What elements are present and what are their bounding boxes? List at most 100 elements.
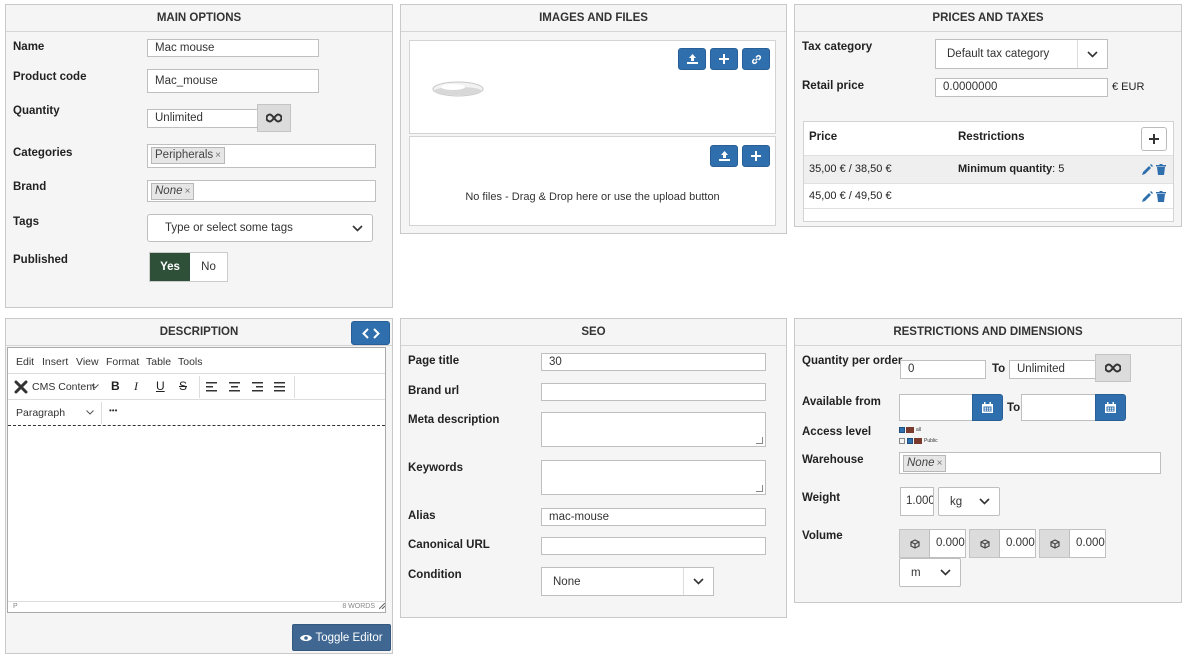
access-level-tree: all Public — [899, 425, 938, 445]
menu-insert[interactable]: Insert — [42, 356, 68, 368]
cube-icon — [910, 538, 920, 549]
code-view-button[interactable] — [351, 321, 390, 345]
weight-unit-select[interactable]: kg — [938, 487, 1000, 516]
calendar-icon — [1105, 402, 1116, 413]
available-to-label: To — [1007, 402, 1021, 414]
categories-label: Categories — [13, 147, 73, 159]
canonical-url-input[interactable] — [541, 537, 766, 555]
access-public-node[interactable]: Public — [899, 436, 938, 445]
brand-label: Brand — [13, 181, 47, 193]
checkbox-checked-icon[interactable] — [907, 437, 913, 444]
published-yes-button[interactable]: Yes — [150, 253, 190, 281]
add-price-button[interactable] — [1141, 127, 1167, 151]
align-justify-icon[interactable] — [274, 382, 285, 392]
toggle-editor-label: Toggle Editor — [315, 631, 383, 644]
restriction-cell: Minimum quantity: 5 — [958, 163, 1065, 175]
cms-content-dropdown[interactable]: CMS Content — [32, 381, 95, 393]
product-code-input[interactable]: Mac_mouse — [147, 69, 319, 93]
resize-handle-icon[interactable] — [379, 603, 385, 609]
underline-icon[interactable]: U — [156, 379, 165, 393]
infinity-icon — [266, 113, 282, 123]
remove-chip-icon[interactable]: × — [937, 458, 943, 469]
page-title-input[interactable]: 30 — [541, 353, 766, 371]
plus-icon — [719, 54, 729, 64]
upload-icon — [686, 54, 698, 64]
retail-price-input[interactable]: 0.0000000 — [935, 78, 1108, 97]
menu-table[interactable]: Table — [146, 356, 171, 368]
tags-placeholder: Type or select some tags — [165, 222, 293, 234]
checkbox-checked-icon[interactable] — [899, 426, 905, 433]
restrictions-panel: RESTRICTIONS AND DIMENSIONS Quantity per… — [794, 318, 1182, 603]
categories-select[interactable]: Peripherals × — [147, 144, 376, 168]
add-image-button[interactable] — [710, 48, 738, 70]
paragraph-dropdown[interactable]: Paragraph — [16, 407, 65, 419]
quantity-max-input[interactable]: Unlimited — [1009, 360, 1096, 379]
seo-panel: SEO Page title 30 Brand url Meta descrip… — [400, 318, 787, 618]
menu-tools[interactable]: Tools — [178, 356, 203, 368]
align-left-icon[interactable] — [206, 382, 217, 392]
images-dropzone[interactable] — [409, 40, 776, 134]
meta-description-textarea[interactable] — [541, 412, 766, 447]
strikethrough-icon[interactable]: S — [179, 379, 187, 393]
warehouse-select[interactable]: None × — [899, 452, 1161, 474]
condition-value: None — [553, 575, 581, 588]
prices-table: Price Restrictions 35,00 € / 38,50 € Min… — [803, 121, 1174, 222]
product-image-thumbnail[interactable] — [431, 79, 485, 99]
upload-image-button[interactable] — [678, 48, 706, 70]
delete-trash-icon[interactable] — [1156, 164, 1166, 175]
italic-icon[interactable]: I — [134, 379, 138, 394]
quantity-min-input[interactable]: 0 — [900, 360, 986, 379]
delete-trash-icon[interactable] — [1156, 191, 1166, 202]
brand-select[interactable]: None × — [147, 180, 376, 202]
bold-icon[interactable]: B — [111, 379, 120, 393]
keywords-textarea[interactable] — [541, 460, 766, 495]
calendar-icon — [982, 402, 993, 413]
edit-pencil-icon[interactable] — [1142, 191, 1153, 202]
access-level-label: Access level — [802, 426, 872, 438]
more-options-icon[interactable]: ••• — [109, 406, 117, 415]
available-from-calendar-button[interactable] — [972, 394, 1003, 421]
warehouse-chip: None × — [903, 455, 947, 472]
restrictions-column-header: Restrictions — [958, 131, 1025, 143]
tags-select[interactable]: Type or select some tags — [147, 214, 373, 242]
name-label: Name — [13, 41, 45, 53]
available-to-input[interactable] — [1021, 394, 1096, 421]
edit-pencil-icon[interactable] — [1142, 164, 1153, 175]
upload-file-button[interactable] — [710, 145, 738, 167]
volume-height-input[interactable]: 0.000 — [1069, 529, 1106, 558]
product-code-label: Product code — [13, 71, 87, 83]
link-image-button[interactable] — [742, 48, 770, 70]
files-dropzone[interactable]: No files - Drag & Drop here or use the u… — [409, 136, 776, 226]
name-input[interactable]: Mac mouse — [147, 39, 319, 57]
tax-category-select[interactable]: Default tax category — [935, 39, 1108, 69]
toggle-editor-button[interactable]: Toggle Editor — [292, 624, 391, 651]
unlimited-toggle-button[interactable] — [257, 104, 291, 132]
brand-url-input[interactable] — [541, 383, 766, 401]
available-to-calendar-button[interactable] — [1095, 394, 1126, 421]
unlimited-toggle-button[interactable] — [1095, 354, 1131, 382]
available-from-input[interactable] — [899, 394, 973, 421]
access-all-node[interactable]: all — [899, 425, 938, 434]
volume-unit-select[interactable]: m — [899, 558, 961, 587]
seo-title: SEO — [401, 319, 786, 346]
weight-input[interactable]: 1.000 — [900, 487, 934, 516]
menu-view[interactable]: View — [76, 356, 99, 368]
add-file-button[interactable] — [742, 145, 770, 167]
volume-width-input[interactable]: 0.000 — [999, 529, 1036, 558]
condition-select[interactable]: None — [541, 567, 714, 596]
align-center-icon[interactable] — [229, 382, 240, 392]
align-right-icon[interactable] — [252, 382, 263, 392]
expand-tree-icon[interactable] — [899, 437, 905, 444]
menu-format[interactable]: Format — [106, 356, 139, 368]
quantity-input[interactable]: Unlimited — [147, 109, 258, 128]
menu-edit[interactable]: Edit — [16, 356, 34, 368]
alias-input[interactable]: mac-mouse — [541, 508, 766, 526]
weight-unit-value: kg — [950, 495, 963, 508]
published-no-button[interactable]: No — [190, 253, 227, 281]
alias-label: Alias — [408, 510, 436, 522]
quantity-per-order-label: Quantity per order — [802, 355, 903, 367]
remove-chip-icon[interactable]: × — [215, 150, 221, 161]
volume-length-input[interactable]: 0.000 — [929, 529, 966, 558]
editor-content-area[interactable] — [8, 427, 385, 601]
remove-chip-icon[interactable]: × — [185, 186, 191, 197]
